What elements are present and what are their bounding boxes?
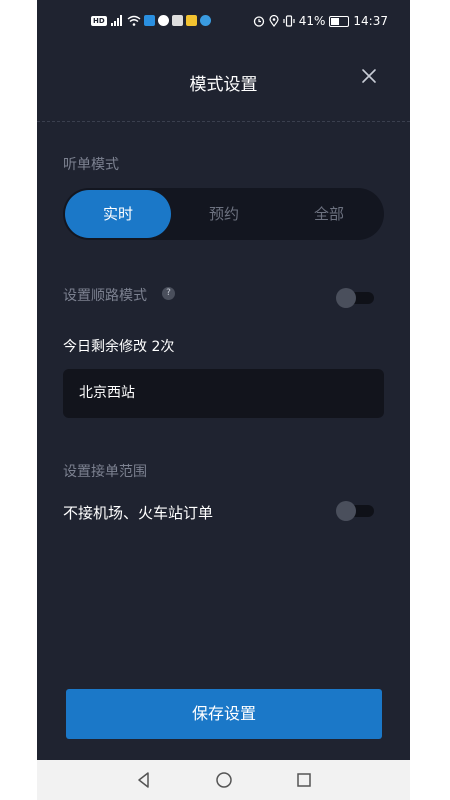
remaining-changes-text: 今日剩余修改 2次 bbox=[63, 339, 175, 355]
listen-mode-option-all[interactable]: 全部 bbox=[276, 190, 382, 238]
status-right: 41% 14:37 bbox=[253, 14, 388, 28]
listen-mode-segmented-control: 实时 预约 全部 bbox=[63, 188, 384, 240]
status-time: 14:37 bbox=[353, 14, 388, 28]
close-button[interactable] bbox=[359, 66, 379, 86]
listen-mode-option-reservation[interactable]: 预约 bbox=[171, 190, 277, 238]
system-nav-bar bbox=[37, 760, 410, 800]
mode-settings-screen: HD 41% 14:37 模式设置 听单模式 实时 预约 全部 设置顺路模式 ?… bbox=[37, 0, 410, 760]
hd-icon: HD bbox=[91, 15, 107, 26]
destination-field[interactable]: 北京西站 bbox=[63, 369, 384, 418]
route-mode-label: 设置顺路模式 bbox=[63, 288, 147, 304]
header-divider bbox=[37, 121, 410, 122]
home-circle-icon bbox=[216, 772, 232, 788]
listen-mode-option-realtime[interactable]: 实时 bbox=[65, 190, 171, 238]
status-left: HD bbox=[91, 15, 211, 26]
status-bar: HD 41% 14:37 bbox=[37, 0, 410, 44]
nav-recents-button[interactable] bbox=[294, 770, 314, 790]
close-icon bbox=[362, 69, 376, 83]
exclude-airport-station-toggle[interactable] bbox=[336, 501, 374, 521]
route-mode-toggle-knob bbox=[336, 288, 356, 308]
battery-percent: 41% bbox=[298, 14, 326, 28]
app-icon-2 bbox=[171, 15, 183, 26]
wifi-icon bbox=[127, 15, 141, 26]
exclude-toggle-knob bbox=[336, 501, 356, 521]
vibrate-icon bbox=[283, 15, 295, 27]
nav-back-button[interactable] bbox=[134, 770, 154, 790]
alarm-icon bbox=[253, 16, 264, 27]
listen-mode-label: 听单模式 bbox=[63, 157, 119, 173]
exclude-airport-station-label: 不接机场、火车站订单 bbox=[63, 504, 214, 522]
nav-home-button[interactable] bbox=[214, 770, 234, 790]
route-mode-help-icon[interactable]: ? bbox=[162, 287, 175, 300]
order-range-label: 设置接单范围 bbox=[63, 464, 147, 480]
signal-icon bbox=[110, 15, 122, 26]
save-settings-button[interactable]: 保存设置 bbox=[66, 689, 382, 739]
app-icon-1 bbox=[143, 15, 155, 26]
page-title: 模式设置 bbox=[189, 75, 258, 95]
back-triangle-icon bbox=[138, 772, 149, 788]
location-icon bbox=[269, 15, 279, 27]
message-icon bbox=[157, 15, 169, 26]
battery-icon bbox=[329, 15, 350, 27]
app-icon-3 bbox=[185, 15, 197, 26]
app-icon-4 bbox=[199, 15, 211, 26]
route-mode-toggle[interactable] bbox=[336, 288, 374, 308]
recents-square-icon bbox=[297, 773, 311, 787]
